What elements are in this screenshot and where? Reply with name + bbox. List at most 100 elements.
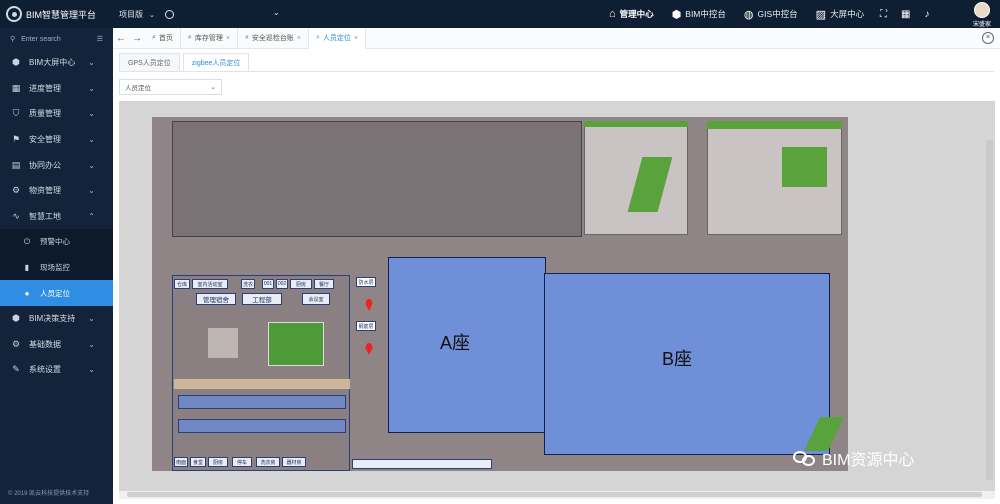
close-icon[interactable]: × (297, 35, 301, 42)
sidebar-item-office[interactable]: ▤ 协同办公 ⌄ (0, 152, 113, 178)
tab-gps-location[interactable]: GPS人员定位 (119, 53, 180, 72)
room-label: 001 (262, 279, 274, 289)
back-arrow-icon[interactable]: ← (113, 33, 129, 44)
chevron-down-icon: ⌄ (149, 11, 155, 19)
sidebar-item-bim-screen[interactable]: ⬢ BIM大屏中心 ⌄ (0, 50, 113, 76)
tab-icon: ⌕ (152, 34, 156, 41)
fullscreen-icon[interactable]: ⛶ (880, 9, 887, 20)
top-bar: BIM智慧管理平台 项目版 ⌄ ⌄ ⌂ 管理中心 ⬢ BIM中控台 ◍ GIS中… (0, 0, 1000, 28)
sidebar-search[interactable]: ⚲ Enter search ☰ (0, 28, 113, 50)
search-icon: ⚲ (10, 36, 16, 43)
sidebar-item-personnel-location[interactable]: ● 人员定位 (0, 280, 113, 306)
apps-icon[interactable]: ▦ (901, 9, 910, 20)
user-menu[interactable]: 宋盛家 (968, 2, 996, 28)
scrollbar-thumb[interactable] (127, 492, 982, 497)
tab-safety-inspection[interactable]: ⌕ 安全巡检台账 × (238, 27, 309, 49)
room-label: 器材房 (282, 457, 306, 467)
cube-icon: ⬢ (671, 8, 682, 21)
chevron-down-icon: ⌄ (88, 365, 95, 375)
close-icon[interactable]: × (354, 35, 358, 42)
nav-management-center[interactable]: ⌂ 管理中心 (600, 0, 663, 28)
gear-icon: ⚙ (11, 338, 21, 349)
sidebar-item-label: BIM大屏中心 (29, 58, 76, 68)
nav-big-screen[interactable]: ▨ 大屏中心 (807, 0, 873, 28)
sidebar-item-progress[interactable]: ▦ 进度管理 ⌄ (0, 76, 113, 102)
sidebar-item-label: 现场监控 (40, 263, 70, 273)
tab-inventory[interactable]: ⌕ 库存管理 × (181, 27, 238, 49)
sidebar-item-alert-center[interactable]: ⏻ 预警中心 (0, 229, 113, 255)
watermark: BIM资源中心 (793, 446, 914, 470)
sidebar-item-system-settings[interactable]: ✎ 系统设置 ⌄ (0, 357, 113, 383)
cube-icon: ⬢ (12, 57, 20, 68)
home-icon: ⌂ (609, 8, 616, 20)
sidebar-item-safety[interactable]: ⚑ 安全管理 ⌄ (0, 127, 113, 153)
chevron-down-icon: ⌄ (88, 314, 95, 324)
chevron-down-icon: ⌄ (88, 339, 95, 349)
shield-icon: ⛉ (12, 108, 20, 119)
brand-logo[interactable]: BIM智慧管理平台 (6, 6, 96, 22)
top-nav: ⌂ 管理中心 ⬢ BIM中控台 ◍ GIS中控台 ▨ 大屏中心 (600, 0, 873, 28)
wechat-icon (793, 449, 817, 467)
sidebar-item-materials[interactable]: ⚙ 物资管理 ⌄ (0, 178, 113, 204)
tab-label: 人员定位 (322, 35, 351, 42)
location-marker-label[interactable]: 钢筋层 (356, 321, 376, 331)
site-floor-plan[interactable]: 仓库 室内活动室 洗衣 001 002 厨房 餐厅 管理宿舍 工程部 会议室 南… (152, 117, 848, 471)
tab-home[interactable]: ⌕ 首页 (145, 27, 181, 49)
room-label: 停车 (232, 457, 252, 467)
basketball-court (268, 322, 324, 366)
nav-bim-console[interactable]: ⬢ BIM中控台 (663, 0, 735, 28)
lawn (707, 121, 842, 129)
room-label: 南面 (174, 457, 188, 467)
horizontal-scrollbar[interactable] (119, 491, 995, 499)
room-label: 仓库 (174, 279, 190, 289)
chevron-down-icon: ⌄ (88, 83, 95, 93)
sidebar-item-bim-decision[interactable]: ⬢ BIM决策支持 ⌄ (0, 306, 113, 332)
close-all-icon[interactable]: × (982, 32, 994, 44)
room-label: 厨房 (290, 279, 312, 289)
location-pin-icon[interactable] (365, 299, 373, 311)
globe-icon: ◍ (743, 8, 754, 21)
sidebar-item-smart-site[interactable]: ∿ 智慧工地 ⌃ (0, 204, 113, 230)
vertical-scrollbar[interactable] (986, 140, 993, 480)
bell-icon[interactable]: ♪ (924, 9, 929, 20)
flag-icon: ⚑ (11, 134, 21, 145)
person-icon: ● (24, 288, 30, 298)
tab-personnel-location[interactable]: ⌕ 人员定位 × (308, 27, 366, 49)
tab-label: 首页 (158, 35, 173, 42)
parking-row (178, 395, 346, 409)
sidebar-item-label: 基础数据 (29, 339, 61, 349)
project-icon (164, 10, 174, 19)
close-icon[interactable]: × (226, 35, 230, 42)
chart-icon: ▨ (815, 8, 827, 21)
gear-icon: ⚙ (11, 185, 21, 196)
location-marker-label[interactable]: 防水层 (356, 277, 376, 287)
tab-icon: ⌕ (187, 34, 192, 41)
sidebar-item-base-data[interactable]: ⚙ 基础数据 ⌄ (0, 332, 113, 358)
pencil-icon: ✎ (12, 364, 20, 375)
location-type-select[interactable]: 人员定位 ⌄ (119, 79, 222, 95)
room-label: 管理宿舍 (196, 293, 236, 305)
room-label: 厨房 (208, 457, 228, 467)
sidebar-item-site-monitor[interactable]: ▮ 现场监控 (0, 254, 113, 281)
chevron-down-icon: ⌄ (210, 84, 216, 91)
tab-zigbee-location[interactable]: zigbee人员定位 (182, 53, 250, 72)
menu-toggle-icon[interactable]: ☰ (97, 35, 103, 43)
forward-arrow-icon[interactable]: → (129, 33, 145, 44)
nav-gis-console[interactable]: ◍ GIS中控台 (735, 0, 807, 28)
nav-label: 大屏中心 (830, 9, 865, 19)
project-selector[interactable]: 项目版 ⌄ (119, 9, 174, 20)
avatar (974, 2, 990, 18)
parking-row (178, 419, 346, 433)
location-pin-icon[interactable] (365, 343, 373, 355)
copyright: © 2019 凯云科技提供技术支持 (8, 491, 90, 497)
search-input[interactable]: Enter search (21, 36, 91, 43)
chevron-down-icon: ⌄ (88, 109, 95, 119)
sidebar-item-label: 系统设置 (29, 365, 61, 375)
room-label: 洗衣房 (256, 457, 280, 467)
chevron-down-icon: ⌄ (88, 135, 95, 145)
chevron-down-icon[interactable]: ⌄ (273, 8, 280, 17)
room-label: 室内活动室 (192, 279, 228, 289)
sidebar-item-quality[interactable]: ⛉ 质量管理 ⌄ (0, 101, 113, 127)
project-label: 项目版 (119, 10, 143, 19)
room-label: 工程部 (242, 293, 282, 305)
